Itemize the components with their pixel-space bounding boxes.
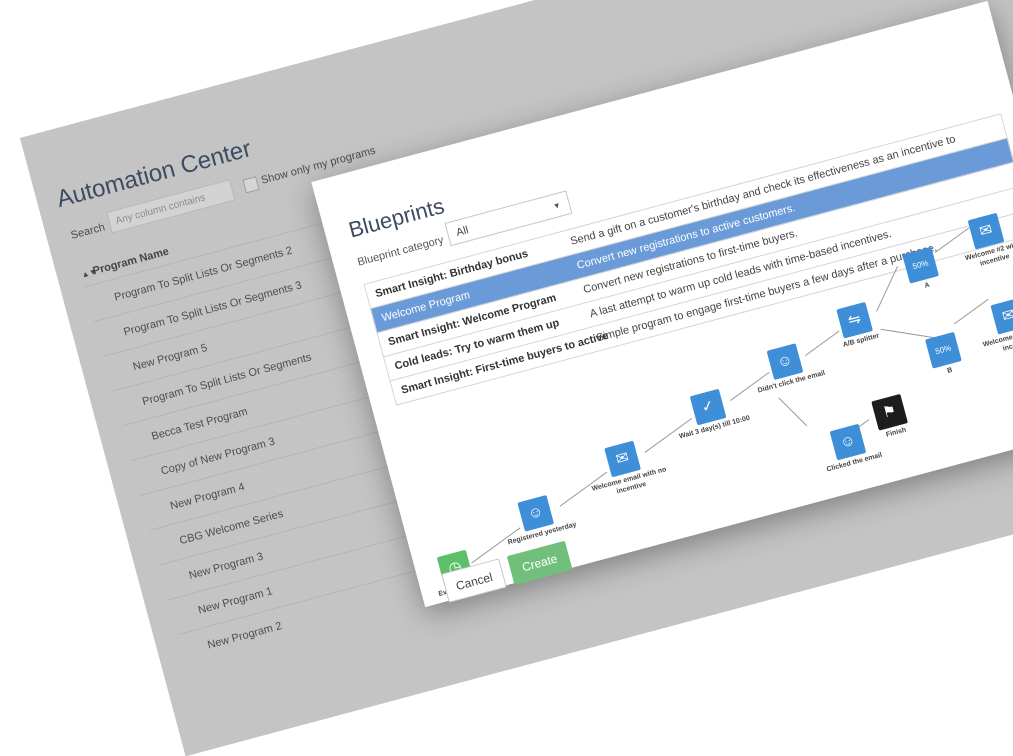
mail-icon: ✉ [1000,305,1013,326]
flow-node[interactable]: ✉ [990,297,1013,335]
split-icon: 50% [934,343,953,357]
checkbox-icon[interactable] [242,176,260,194]
users-icon: ☺ [775,350,795,372]
wait-icon: ✓ [699,396,717,417]
users-icon: ☺ [525,502,546,524]
flow-node[interactable]: 50% [925,331,962,369]
mail-icon: ✉ [614,448,631,469]
flow-edge [953,298,989,325]
flow-node[interactable]: ✓ [689,388,727,426]
flow-node[interactable]: ☺ [766,343,804,381]
blueprint-category-label: Blueprint category [356,234,446,269]
search-label: Search [69,221,107,242]
sort-icon[interactable]: ▲▼ [80,267,98,280]
flag-icon: ⚑ [880,401,899,422]
chevron-down-icon: ▼ [551,200,562,212]
screenshot-stage: Automation Center Search Any column cont… [20,0,1013,756]
flow-node[interactable]: ⇋ [836,301,873,339]
flow-edge [778,397,808,427]
flow-node[interactable]: ⚑ [871,393,908,431]
flow-node[interactable]: ✉ [604,440,641,478]
blueprint-category-value: All [454,224,470,240]
flow-node[interactable]: ☺ [517,494,555,532]
split-icon: ⇋ [846,309,863,330]
